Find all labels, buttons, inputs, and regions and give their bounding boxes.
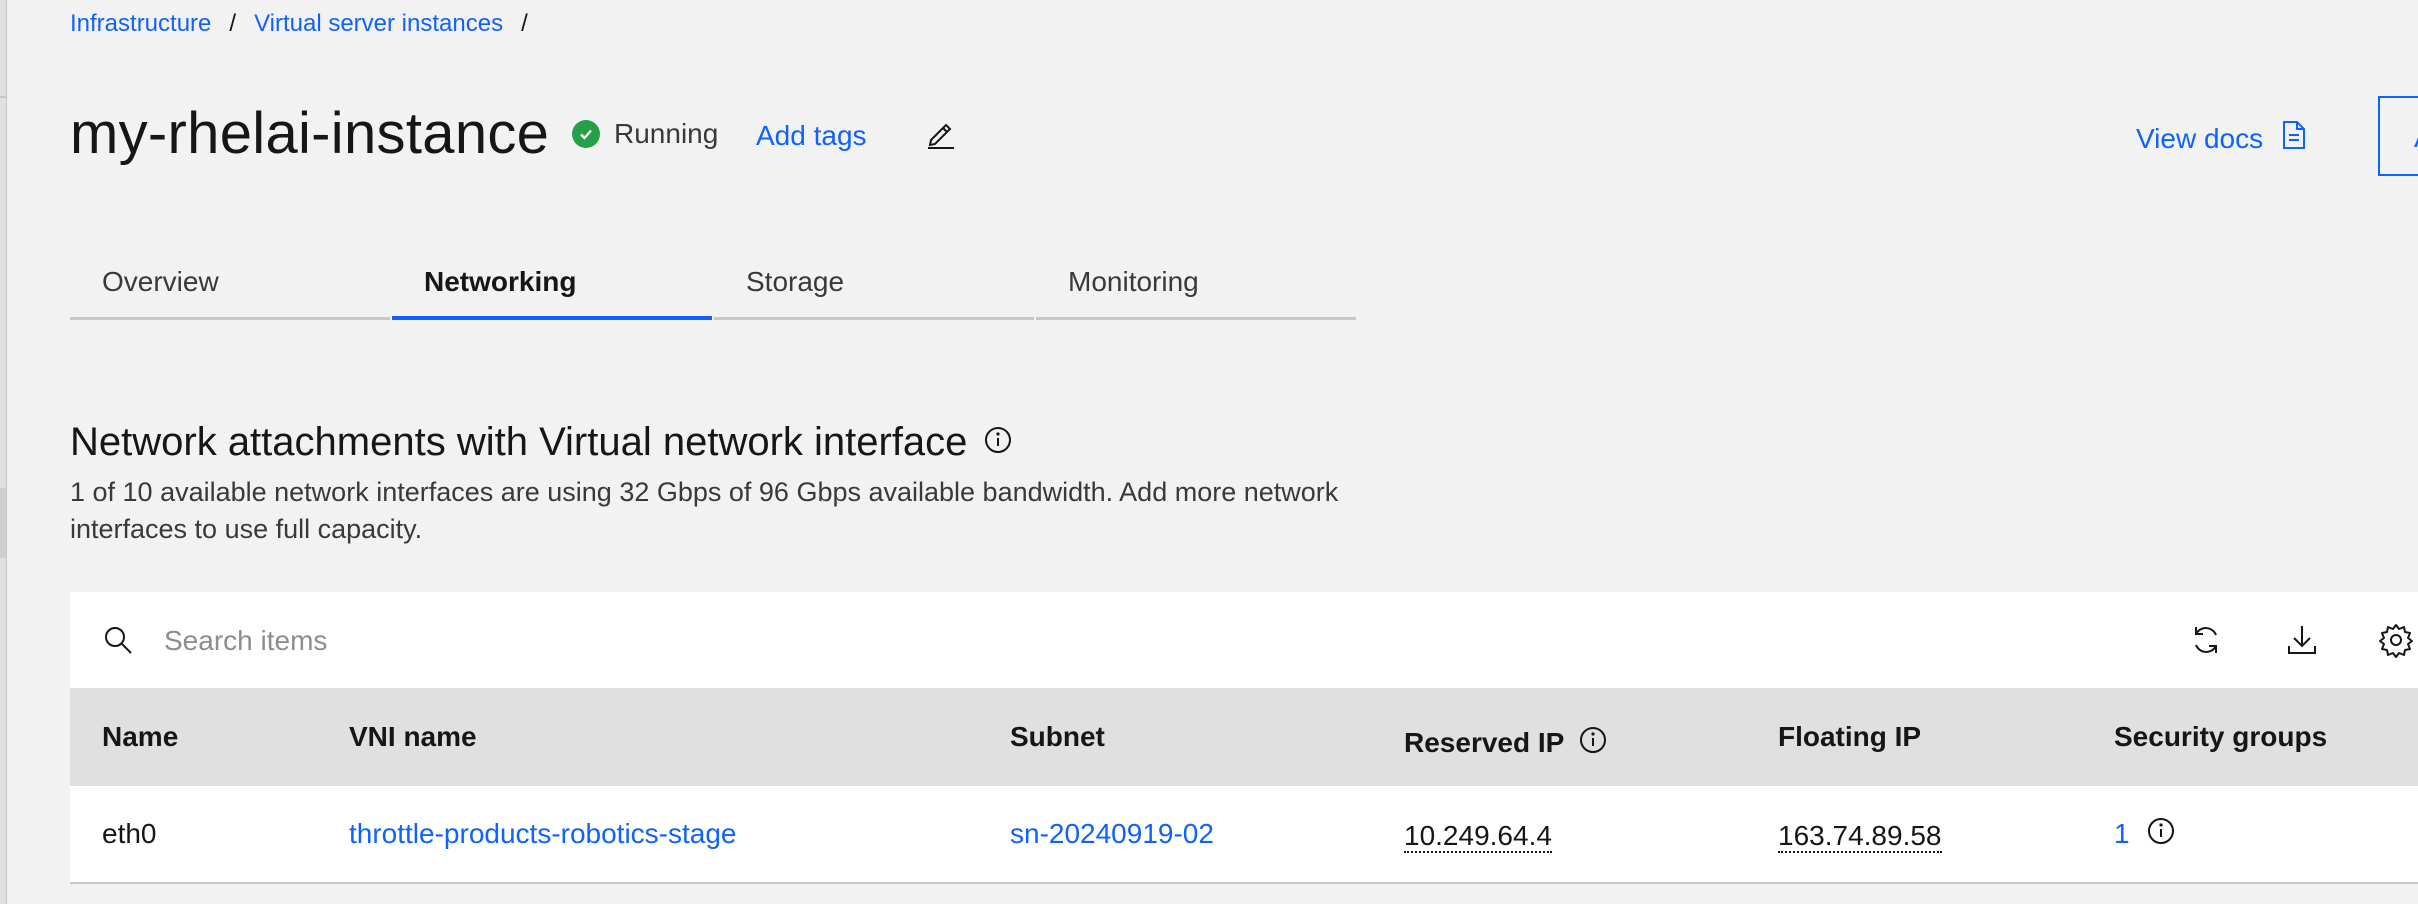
rail-handle[interactable] <box>0 488 6 558</box>
tab-storage[interactable]: Storage <box>714 252 1034 320</box>
column-header-name[interactable]: Name <box>102 688 178 786</box>
breadcrumb: Infrastructure / Virtual server instance… <box>70 10 528 38</box>
table-header: Name VNI name Subnet Reserved IP Floatin… <box>70 688 2418 786</box>
tab-monitoring[interactable]: Monitoring <box>1036 252 1356 320</box>
breadcrumb-infrastructure[interactable]: Infrastructure <box>70 10 211 38</box>
breadcrumb-separator: / <box>521 10 528 37</box>
cell-security-groups: 1 <box>2114 786 2176 882</box>
info-icon[interactable] <box>2146 816 2176 853</box>
edit-icon[interactable] <box>924 116 958 150</box>
info-icon[interactable] <box>983 420 1013 465</box>
page-title: my-rhelai-instance <box>70 101 550 166</box>
tab-overview[interactable]: Overview <box>70 252 390 320</box>
cell-name: eth0 <box>102 818 157 849</box>
cell-reserved-ip: 10.249.64.4 <box>1404 786 1552 882</box>
left-rail <box>0 0 7 904</box>
reserved-ip-value[interactable]: 10.249.64.4 <box>1404 815 1552 853</box>
table-row[interactable]: eth0 throttle-products-robotics-stage sn… <box>70 786 2418 884</box>
breadcrumb-separator: / <box>229 10 237 37</box>
column-header-reserved-ip-label: Reserved IP <box>1404 727 1565 758</box>
breadcrumb-virtual-server-instances[interactable]: Virtual server instances <box>254 10 503 38</box>
status-label: Running <box>614 118 719 149</box>
tab-list: Overview Networking Storage Monitoring <box>70 252 1356 320</box>
rail-divider <box>0 96 6 98</box>
info-icon[interactable] <box>1578 725 1608 762</box>
refresh-icon[interactable] <box>2188 622 2224 658</box>
table-toolbar <box>70 592 2418 688</box>
security-groups-count-link[interactable]: 1 <box>2114 818 2130 850</box>
cell-subnet-link[interactable]: sn-20240919-02 <box>1010 786 1214 882</box>
settings-icon[interactable] <box>2378 622 2414 658</box>
cell-vni-name-link[interactable]: throttle-products-robotics-stage <box>349 786 737 882</box>
add-tags-link[interactable]: Add tags <box>756 120 867 152</box>
section-title-text: Network attachments with Virtual network… <box>70 420 968 464</box>
network-attachments-table: Name VNI name Subnet Reserved IP Floatin… <box>70 592 2418 884</box>
status-badge: Running <box>572 118 718 150</box>
section-description: 1 of 10 available network interfaces are… <box>70 477 1339 544</box>
download-icon[interactable] <box>2284 622 2320 658</box>
column-header-subnet[interactable]: Subnet <box>1010 688 1105 786</box>
view-docs-label: View docs <box>2136 122 2264 154</box>
actions-button[interactable]: A <box>2378 96 2418 176</box>
column-header-reserved-ip[interactable]: Reserved IP <box>1404 688 1608 792</box>
column-header-security-groups[interactable]: Security groups <box>2114 688 2327 786</box>
tab-networking[interactable]: Networking <box>392 252 712 320</box>
cell-floating-ip: 163.74.89.58 <box>1778 786 1942 882</box>
search-input[interactable] <box>162 614 1066 668</box>
column-header-vni-name[interactable]: VNI name <box>349 688 477 786</box>
search-icon <box>102 624 134 656</box>
document-icon <box>2281 120 2307 157</box>
floating-ip-value[interactable]: 163.74.89.58 <box>1778 815 1942 853</box>
view-docs-link[interactable]: View docs <box>2136 120 2307 157</box>
check-circle-icon <box>572 120 600 148</box>
section-title: Network attachments with Virtual network… <box>70 420 1013 465</box>
column-header-floating-ip[interactable]: Floating IP <box>1778 688 1921 786</box>
